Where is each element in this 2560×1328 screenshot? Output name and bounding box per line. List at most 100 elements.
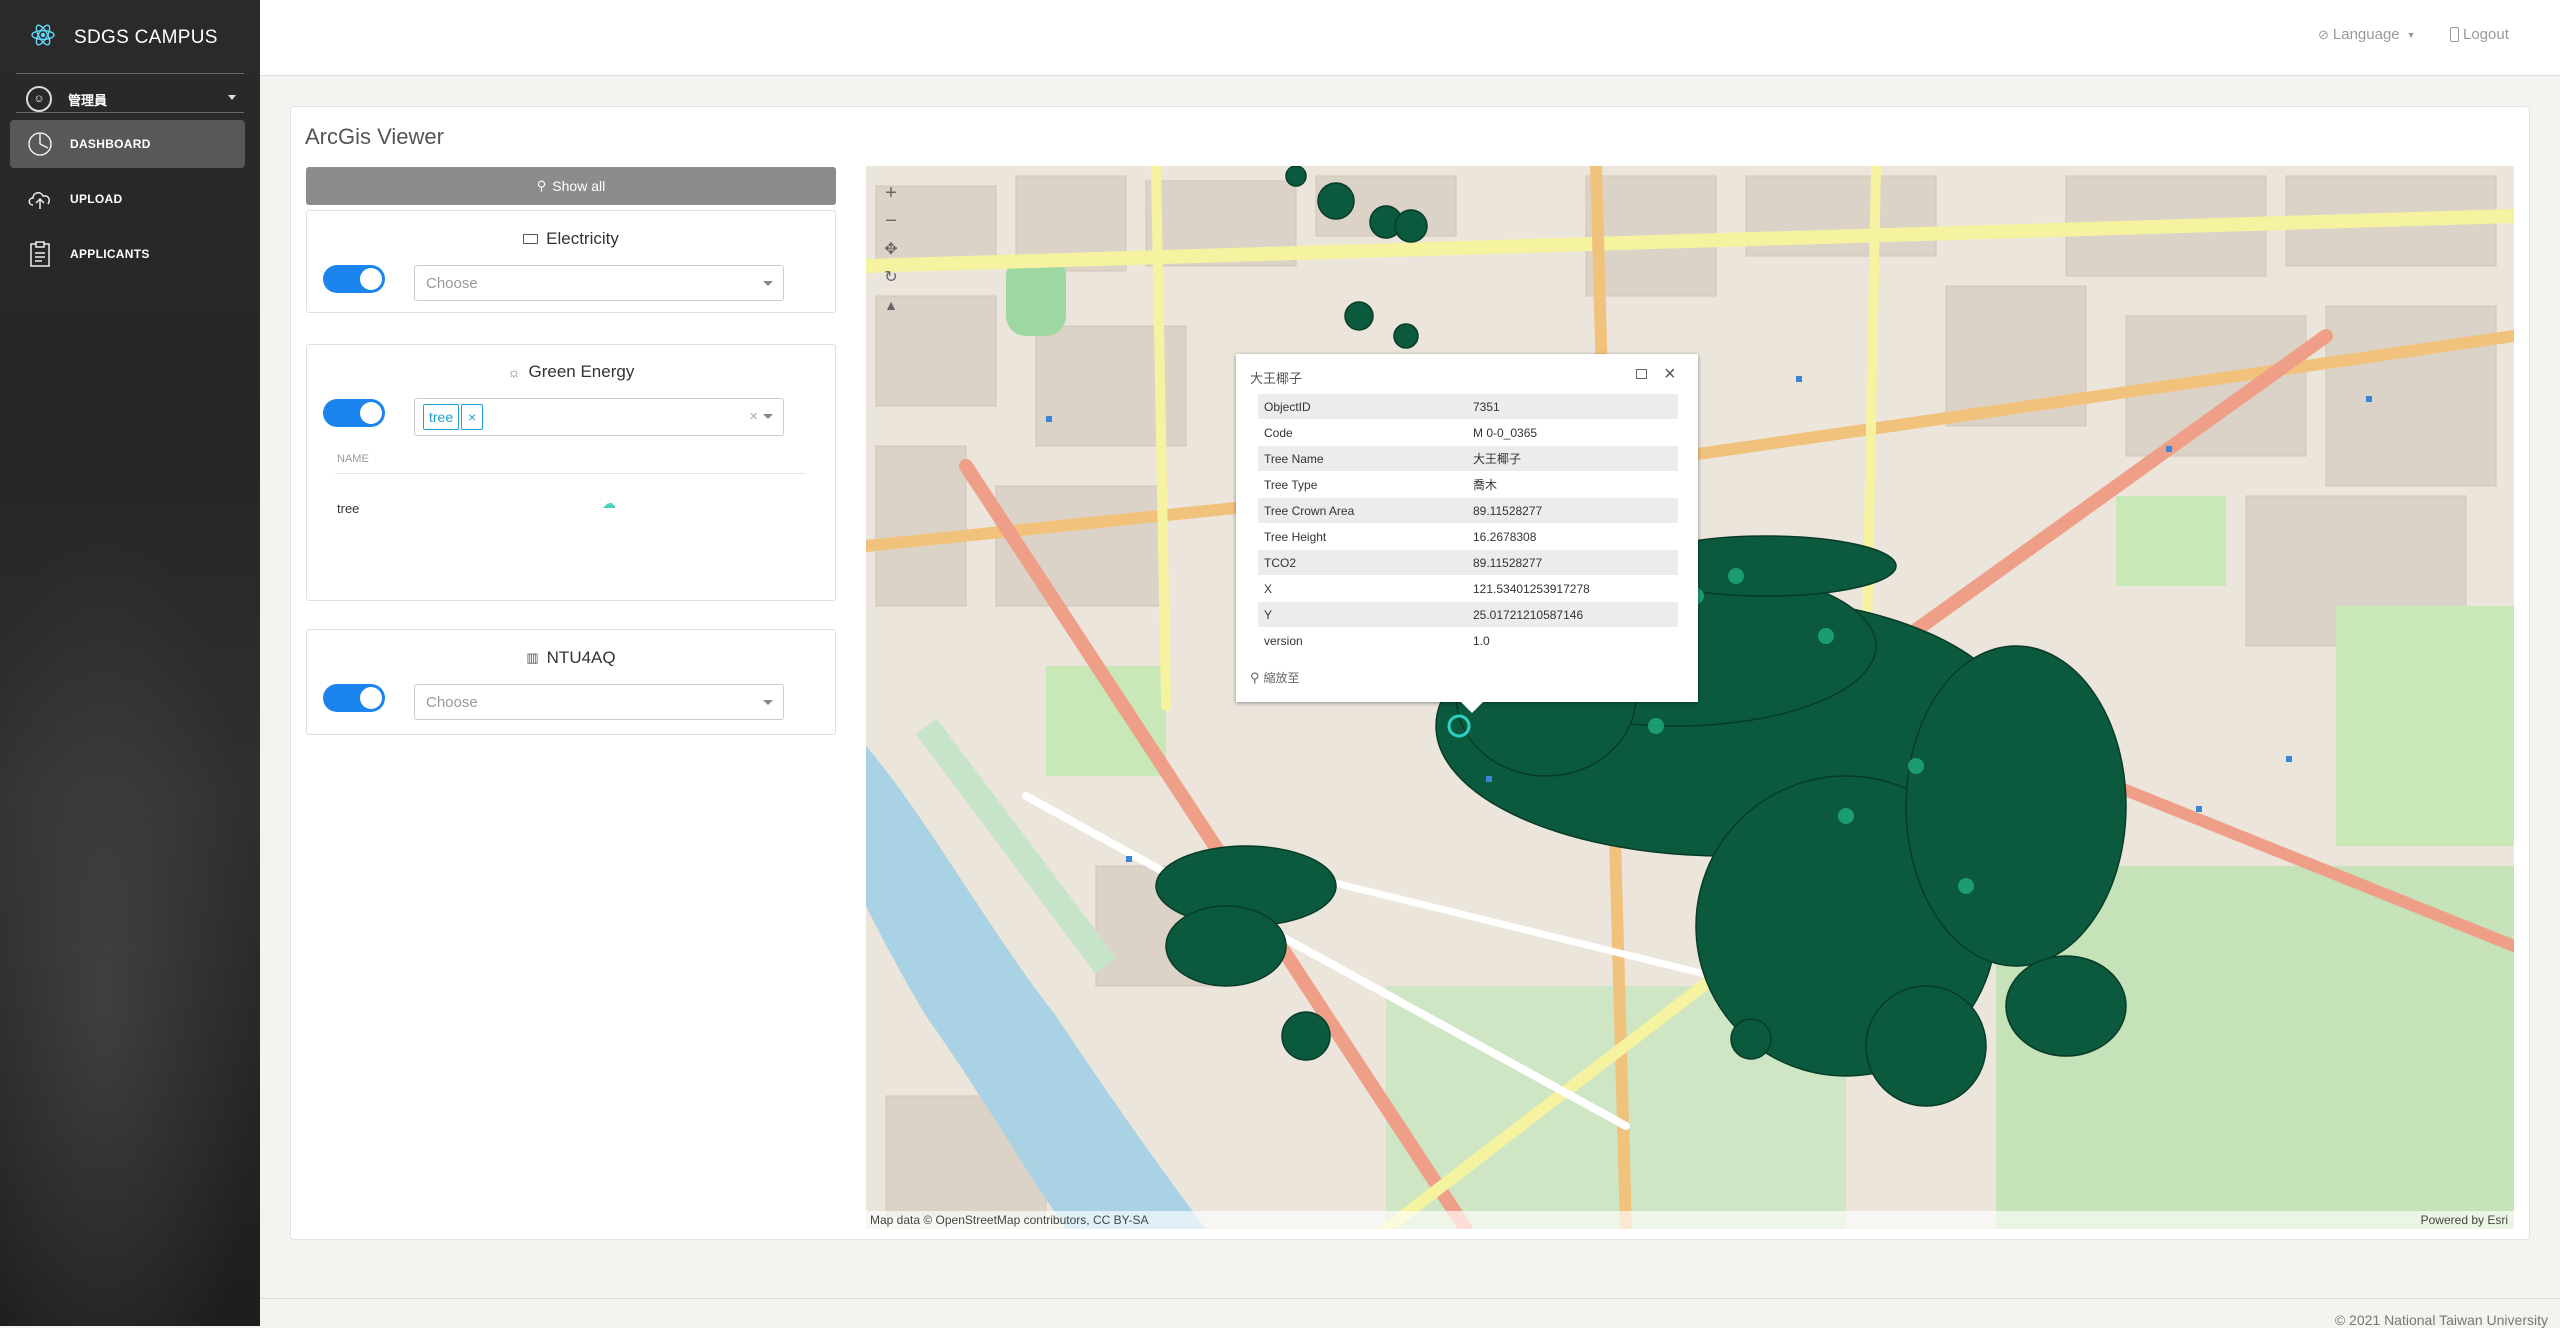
- user-menu[interactable]: ☺ 管理員: [26, 74, 236, 124]
- table-row: TCO2 89.11528277: [1258, 549, 1678, 576]
- electricity-toggle[interactable]: [323, 265, 385, 293]
- panel-title: Electricity: [307, 229, 835, 249]
- maximize-icon[interactable]: [1636, 369, 1647, 379]
- table-row: Tree Crown Area 89.11528277: [1258, 497, 1678, 524]
- powered-by[interactable]: Powered by Esri: [2421, 1213, 2508, 1227]
- avatar: ☺: [26, 86, 52, 112]
- clear-button[interactable]: ×: [749, 408, 758, 425]
- tag-label: tree: [429, 409, 454, 425]
- table-row: Tree Height 16.2678308: [1258, 523, 1678, 550]
- attr-key: version: [1258, 627, 1467, 654]
- sidebar-item-label: UPLOAD: [70, 192, 123, 206]
- battery-icon: [523, 234, 539, 244]
- logout-link[interactable]: Logout: [2450, 26, 2509, 43]
- attr-key: ObjectID: [1258, 394, 1467, 420]
- clipboard-icon: [26, 240, 54, 268]
- attr-value: 1.0: [1467, 627, 1678, 654]
- attr-value: 89.11528277: [1467, 549, 1678, 576]
- attr-value: 16.2678308: [1467, 523, 1678, 550]
- close-icon[interactable]: ×: [1664, 363, 1676, 386]
- react-logo-icon: [30, 22, 56, 54]
- electricity-select[interactable]: Choose: [414, 265, 784, 301]
- pan-icon[interactable]: ✥: [877, 235, 905, 263]
- panel-title: ▥ NTU4AQ: [307, 648, 835, 668]
- phone-icon: [2450, 27, 2459, 42]
- page-title: ArcGis Viewer: [305, 124, 444, 149]
- select-placeholder: Choose: [426, 693, 478, 711]
- attr-value: 25.01721210587146: [1467, 601, 1678, 628]
- chevron-down-icon: ▼: [2406, 29, 2416, 40]
- tag-remove-button[interactable]: ×: [461, 404, 484, 430]
- sidebar-item-dashboard[interactable]: DASHBOARD: [10, 120, 245, 168]
- chevron-down-icon: [763, 414, 773, 419]
- electricity-title: Electricity: [546, 229, 619, 248]
- green-energy-select[interactable]: tree × ×: [414, 398, 784, 436]
- table-header-name: NAME: [337, 453, 369, 465]
- attr-key: X: [1258, 575, 1467, 602]
- zoom-in-button[interactable]: +: [877, 179, 905, 207]
- chevron-down-icon: [763, 281, 773, 286]
- ntu4aq-title: NTU4AQ: [546, 648, 616, 667]
- chevron-down-icon: [228, 95, 236, 100]
- sun-icon: ☼: [507, 364, 521, 380]
- language-dropdown[interactable]: ⊘ Language ▼: [2318, 26, 2416, 43]
- attr-key: Code: [1258, 419, 1467, 446]
- zoom-to-label: 縮放至: [1263, 671, 1300, 685]
- divider: [335, 473, 805, 474]
- attr-key: Tree Height: [1258, 523, 1467, 550]
- globe-icon: ⊘: [2318, 26, 2329, 42]
- divider: [260, 1298, 2560, 1299]
- green-energy-title: Green Energy: [528, 362, 635, 381]
- ntu4aq-select[interactable]: Choose: [414, 684, 784, 720]
- user-name: 管理員: [68, 92, 108, 108]
- language-label: Language: [2332, 26, 2400, 43]
- show-all-button[interactable]: ⚲ Show all: [306, 167, 836, 205]
- green-energy-toggle[interactable]: [323, 399, 385, 427]
- chevron-down-icon: [763, 700, 773, 705]
- feature-popup: 大王椰子 × ObjectID 7351 Code M 0-0_0365 Tree …: [1236, 354, 1698, 713]
- brand-title: SDGS CAMPUS: [74, 27, 218, 48]
- attr-key: Tree Crown Area: [1258, 497, 1467, 524]
- divider: [16, 112, 244, 113]
- sidebar-item-label: DASHBOARD: [70, 137, 151, 151]
- table-row: X 121.53401253917278: [1258, 575, 1678, 602]
- chart-bar-icon: ▥: [526, 650, 539, 665]
- top-navbar: ⊘ Language ▼ Logout: [260, 0, 2560, 76]
- green-energy-panel: ☼ Green Energy tree × × NAME tree ☁: [306, 344, 836, 601]
- table-row: tree: [337, 501, 360, 516]
- map-attribution: Map data © OpenStreetMap contributors, C…: [866, 1211, 2514, 1229]
- table-row: Y 25.01721210587146: [1258, 601, 1678, 628]
- table-row: Tree Type 喬木: [1258, 471, 1678, 498]
- cloud-upload-icon: [26, 185, 54, 213]
- attr-key: Y: [1258, 601, 1467, 628]
- popup-title: 大王椰子: [1250, 371, 1303, 386]
- attr-value: 喬木: [1467, 471, 1678, 498]
- map-zoom-controls: + − ✥ ↻ ▲: [877, 179, 905, 319]
- zoom-to-button[interactable]: ⚲ 縮放至: [1250, 669, 1300, 686]
- select-placeholder: Choose: [426, 274, 478, 292]
- ntu4aq-panel: ▥ NTU4AQ Choose: [306, 629, 836, 735]
- table-row: Tree Name 大王椰子: [1258, 445, 1678, 472]
- rotate-icon[interactable]: ↻: [877, 263, 905, 291]
- brand[interactable]: SDGS CAMPUS: [30, 16, 218, 60]
- dashboard-icon: [26, 130, 54, 158]
- logout-label: Logout: [2463, 26, 2509, 43]
- sidebar: SDGS CAMPUS ☺ 管理員 DASHBOARD UPLOAD APPLI…: [0, 0, 260, 1326]
- attribution-text: Map data © OpenStreetMap contributors, C…: [870, 1213, 1149, 1227]
- ntu4aq-toggle[interactable]: [323, 684, 385, 712]
- attr-value: 121.53401253917278: [1467, 575, 1678, 602]
- table-row: version 1.0: [1258, 627, 1678, 654]
- sidebar-item-upload[interactable]: UPLOAD: [10, 175, 245, 223]
- map-marker-icon: ⚲: [536, 178, 547, 193]
- table-row: Code M 0-0_0365: [1258, 419, 1678, 446]
- magnifier-icon: ⚲: [1250, 669, 1260, 685]
- attr-value: 大王椰子: [1467, 445, 1678, 472]
- zoom-out-button[interactable]: −: [877, 207, 905, 235]
- sidebar-item-applicants[interactable]: APPLICANTS: [10, 230, 245, 278]
- attr-value: 7351: [1467, 394, 1678, 420]
- attr-value: 89.11528277: [1467, 497, 1678, 524]
- compass-icon[interactable]: ▲: [877, 291, 905, 319]
- sidebar-item-label: APPLICANTS: [70, 247, 150, 261]
- selected-tag: tree: [423, 404, 460, 430]
- cloud-download-icon[interactable]: ☁: [602, 495, 616, 512]
